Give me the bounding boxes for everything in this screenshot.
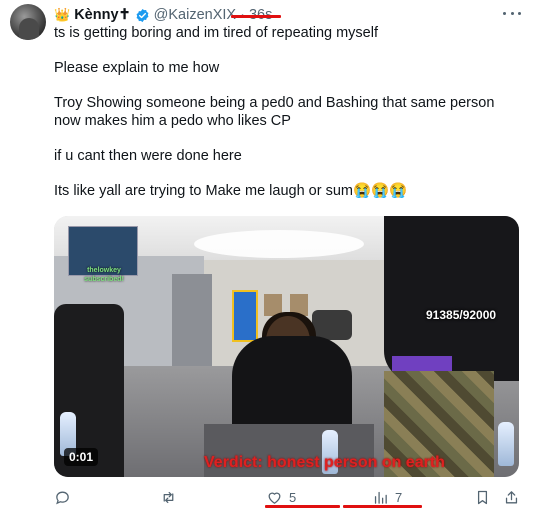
- annotation-underline-views: [343, 505, 422, 508]
- stream-pip-label: thelowkey subscribed!: [84, 267, 124, 283]
- video-timestamp: 0:01: [64, 448, 99, 466]
- tweet-line: Its like yall are trying to Make me laug…: [54, 182, 408, 199]
- tweet-line: Troy Showing someone being a ped0 and Ba…: [54, 95, 495, 129]
- share-button[interactable]: [503, 486, 520, 508]
- stream-goal-counter: 91385/92000: [426, 308, 497, 322]
- reply-icon: [56, 491, 69, 504]
- video-player[interactable]: thelowkey subscribed! 91385/92000 0:01 V…: [54, 216, 519, 477]
- video-scene-arcade-cabinet: [232, 290, 258, 342]
- view-count: 7: [395, 489, 403, 505]
- reply-button[interactable]: [54, 486, 71, 508]
- bookmark-button[interactable]: [474, 486, 491, 508]
- bookmark-icon: [477, 490, 488, 504]
- repost-button[interactable]: [160, 486, 177, 508]
- annotation-underline-time: [231, 15, 281, 18]
- views-chart-icon: [374, 491, 387, 504]
- verified-badge-icon: [136, 8, 149, 22]
- crown-emoji: 👑: [54, 7, 71, 22]
- video-scene-bottle: [498, 422, 514, 466]
- annotation-underline-likes: [265, 505, 340, 508]
- video-scene-purple-cloth: [392, 356, 452, 372]
- video-scene-door: [172, 274, 212, 374]
- tweet-text: ts is getting boring and im tired of rep…: [54, 25, 524, 200]
- user-handle[interactable]: @KaizenXIX: [154, 7, 236, 23]
- repost-icon: [163, 491, 174, 503]
- avatar[interactable]: [10, 4, 46, 40]
- heart-icon: [268, 492, 281, 504]
- like-count: 5: [289, 489, 297, 505]
- tweet-line: Please explain to me how: [54, 60, 220, 76]
- display-name[interactable]: Kènny✝: [74, 7, 130, 23]
- tweet-line: if u cant then were done here: [54, 147, 242, 164]
- video-caption: Verdict: honest person on earth: [204, 454, 445, 471]
- tweet-line: ts is getting boring and im tired of rep…: [54, 25, 378, 41]
- share-icon: [505, 490, 518, 503]
- more-options-icon[interactable]: [503, 6, 521, 20]
